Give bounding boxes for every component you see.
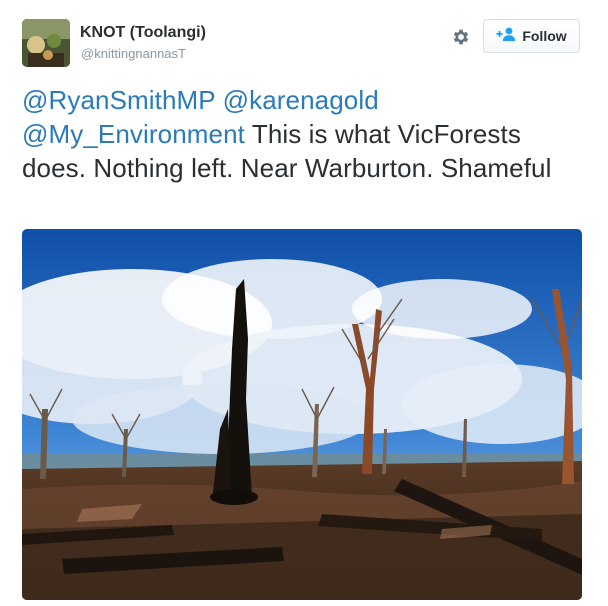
author-display-name[interactable]: KNOT (Toolangi) [80,24,206,42]
author-avatar[interactable] [22,19,70,67]
follow-button[interactable]: Follow [483,19,580,53]
tweet-text: @RyanSmithMP @karenagold @My_Environment… [22,83,592,185]
author-handle[interactable]: @knittingnannasT [81,46,186,61]
gear-icon[interactable] [451,27,471,47]
add-person-icon [496,27,516,46]
follow-label: Follow [522,28,567,44]
avatar-image [22,19,70,67]
mention-ryansmithmp[interactable]: @RyanSmithMP [22,85,215,115]
mention-karenagold[interactable]: @karenagold [223,85,379,115]
tweet-photo[interactable] [22,229,582,600]
mention-my-environment[interactable]: @My_Environment [22,119,245,149]
